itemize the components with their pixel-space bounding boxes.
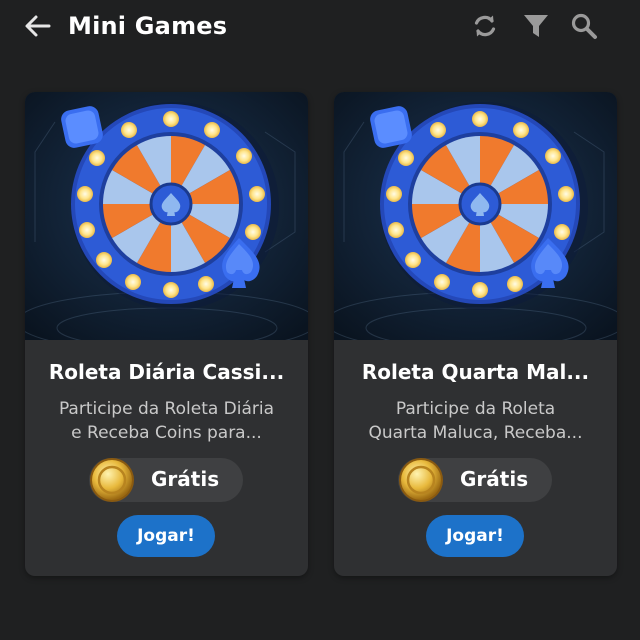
game-description-line: Participe da Roleta Diária: [58, 399, 275, 419]
roulette-wheel-image[interactable]: [334, 92, 617, 340]
filter-icon[interactable]: [522, 12, 550, 40]
game-description-line: Participe da Roleta: [395, 399, 556, 419]
coin-icon: [90, 458, 134, 502]
coin-icon: [399, 458, 443, 502]
game-title: Roleta Diária Cassi...: [48, 360, 285, 384]
game-card-roleta-quarta-maluca[interactable]: Roleta Quarta Mal... Participe da Roleta…: [334, 92, 617, 576]
page-title: Mini Games: [68, 12, 228, 40]
search-icon[interactable]: [570, 12, 598, 40]
game-description-line: Quarta Maluca, Receba...: [368, 423, 583, 443]
price-badge: Grátis: [89, 458, 243, 502]
back-arrow-icon[interactable]: [22, 12, 52, 40]
price-badge: Grátis: [398, 458, 552, 502]
price-label: Grátis: [460, 467, 529, 491]
game-description: Participe da Roleta Diária e Receba Coin…: [39, 397, 294, 445]
price-label: Grátis: [151, 467, 220, 491]
game-description: Participe da Roleta Quarta Maluca, Receb…: [348, 397, 603, 445]
top-app-bar: Mini Games: [0, 0, 640, 52]
play-button[interactable]: Jogar!: [426, 515, 524, 557]
game-description-line: e Receba Coins para...: [71, 423, 262, 443]
refresh-icon[interactable]: [471, 12, 499, 40]
game-title: Roleta Quarta Mal...: [361, 360, 590, 384]
game-card-roleta-diaria[interactable]: Roleta Diária Cassi... Participe da Role…: [25, 92, 308, 576]
play-button[interactable]: Jogar!: [117, 515, 215, 557]
roulette-wheel-image[interactable]: [25, 92, 308, 340]
